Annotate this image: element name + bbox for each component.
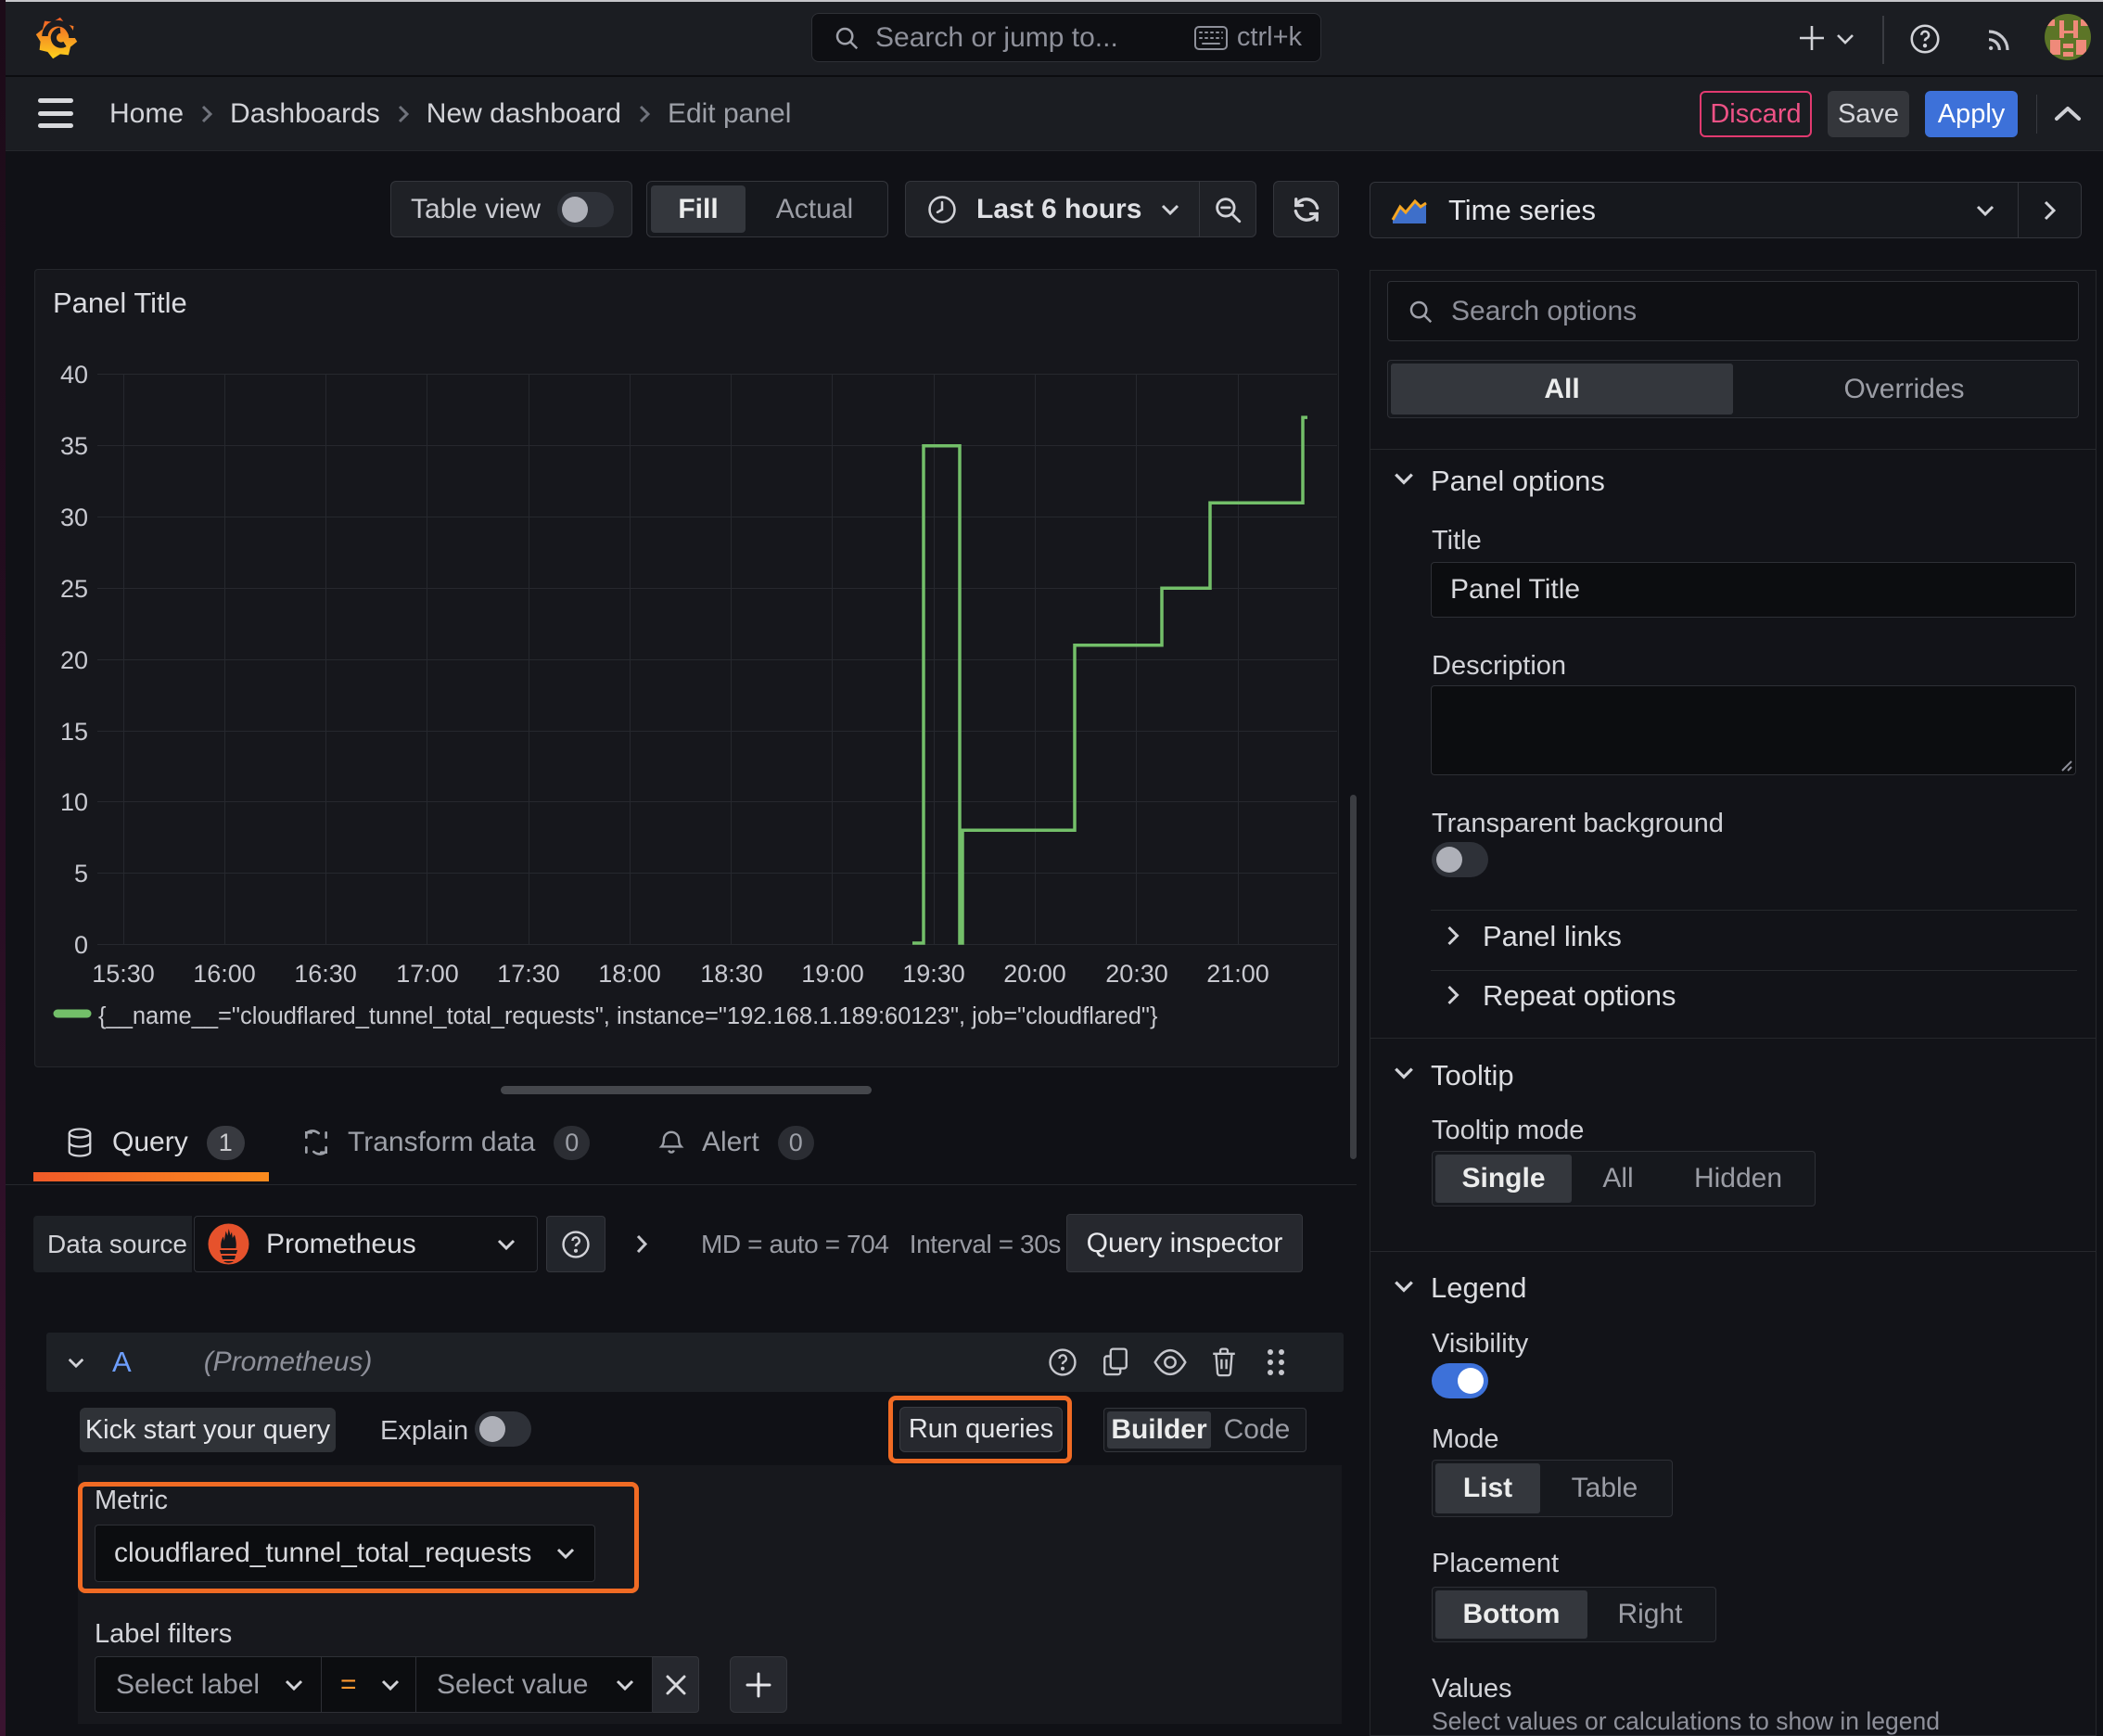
svg-text:16:00: 16:00 <box>193 960 256 988</box>
svg-text:20:00: 20:00 <box>1003 960 1066 988</box>
svg-text:40: 40 <box>60 361 88 389</box>
svg-text:15: 15 <box>60 718 88 746</box>
svg-text:5: 5 <box>74 860 88 887</box>
svg-text:16:30: 16:30 <box>294 960 357 988</box>
svg-text:17:00: 17:00 <box>396 960 459 988</box>
svg-text:18:30: 18:30 <box>700 960 763 988</box>
svg-text:35: 35 <box>60 432 88 460</box>
svg-text:20:30: 20:30 <box>1105 960 1168 988</box>
svg-text:20: 20 <box>60 646 88 674</box>
svg-text:21:00: 21:00 <box>1206 960 1269 988</box>
svg-text:19:30: 19:30 <box>902 960 965 988</box>
svg-text:0: 0 <box>74 931 88 959</box>
svg-text:19:00: 19:00 <box>801 960 864 988</box>
svg-text:{__name__="cloudflared_tunnel_: {__name__="cloudflared_tunnel_total_requ… <box>98 1003 1158 1029</box>
svg-text:17:30: 17:30 <box>497 960 560 988</box>
svg-text:18:00: 18:00 <box>598 960 661 988</box>
svg-text:15:30: 15:30 <box>92 960 155 988</box>
svg-text:10: 10 <box>60 788 88 816</box>
svg-text:25: 25 <box>60 575 88 603</box>
svg-text:30: 30 <box>60 504 88 531</box>
